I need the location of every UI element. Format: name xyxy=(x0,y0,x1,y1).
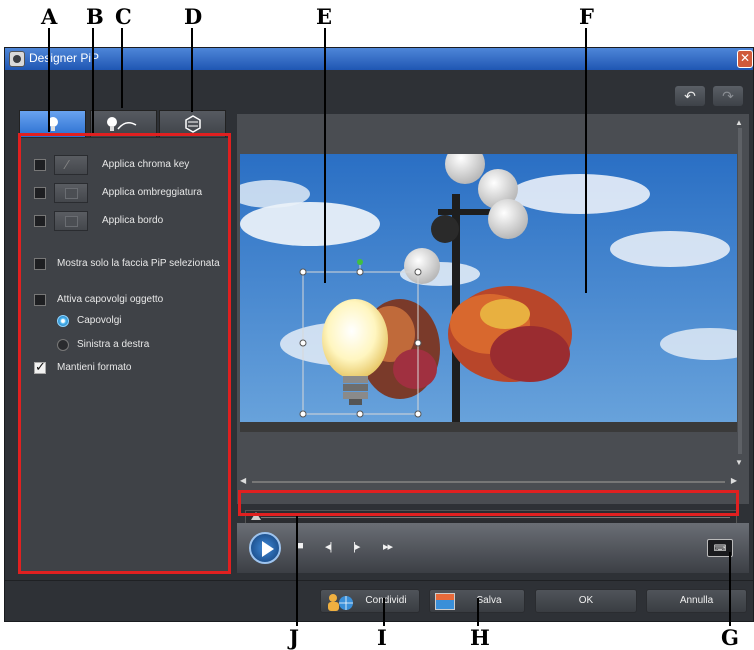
callout-j: J xyxy=(289,625,299,650)
horizontal-scroll-track[interactable] xyxy=(252,481,725,483)
scroll-up-arrow[interactable]: ▲ xyxy=(735,118,743,127)
scroll-down-arrow[interactable]: ▼ xyxy=(735,458,743,467)
callout-line-f xyxy=(585,28,587,293)
preview-image[interactable] xyxy=(240,154,737,432)
timeline-track xyxy=(261,517,730,518)
scroll-left-arrow[interactable]: ◀ xyxy=(240,476,246,485)
previous-frame-button[interactable]: ◂| xyxy=(325,540,332,553)
callout-line-g xyxy=(729,552,731,626)
ok-button[interactable]: OK xyxy=(535,589,637,613)
callout-line-j xyxy=(296,516,298,626)
callout-line-i xyxy=(383,598,385,626)
ok-label: OK xyxy=(578,595,594,606)
highlight-options-panel xyxy=(18,133,231,574)
redo-icon[interactable]: ↷ xyxy=(713,86,743,106)
callout-line-b xyxy=(92,28,94,133)
next-frame-button[interactable]: |▸ xyxy=(353,540,360,553)
scroll-right-arrow[interactable]: ▶ xyxy=(731,476,737,485)
callout-d: D xyxy=(184,4,203,29)
share-icon xyxy=(328,594,353,611)
callout-e: E xyxy=(316,4,333,29)
callout-line-h xyxy=(477,598,479,626)
save-label: Salva xyxy=(476,595,502,606)
window-title: Designer PiP xyxy=(29,51,100,65)
app-icon xyxy=(9,51,25,67)
object-icon xyxy=(184,115,201,133)
callout-b: B xyxy=(86,4,104,29)
callout-line-e xyxy=(324,28,326,283)
bottom-divider xyxy=(5,580,753,581)
save-icon xyxy=(435,593,455,610)
highlight-timeline xyxy=(238,490,739,516)
callout-line-c xyxy=(121,28,123,108)
preview-canvas xyxy=(240,154,737,432)
vertical-scrollbar[interactable] xyxy=(738,128,742,454)
undo-icon[interactable]: ↶ xyxy=(675,86,705,106)
lightbulb-path-icon xyxy=(106,117,136,131)
share-button[interactable]: Condividi xyxy=(320,589,420,613)
cancel-label: Annulla xyxy=(679,595,714,606)
close-button[interactable]: ✕ xyxy=(737,50,753,68)
share-label: Condividi xyxy=(365,595,407,606)
callout-g: G xyxy=(721,625,739,650)
play-button[interactable] xyxy=(249,532,281,564)
callout-a: A xyxy=(41,4,58,29)
callout-h: H xyxy=(470,625,490,650)
callout-f: F xyxy=(579,4,594,29)
callout-line-a xyxy=(48,28,50,132)
cancel-button[interactable]: Annulla xyxy=(646,589,747,613)
title-bar: Designer PiP ✕ xyxy=(5,48,753,70)
horizontal-scrollbar[interactable]: ◀ ▶ xyxy=(240,476,737,487)
callout-c: C xyxy=(115,4,132,29)
callout-line-d xyxy=(191,28,193,112)
callout-i: I xyxy=(377,625,387,650)
fast-forward-button[interactable]: ▸▸ xyxy=(383,540,393,553)
player-controls: ■ ◂| |▸ ▸▸ ⌨ xyxy=(237,523,749,573)
